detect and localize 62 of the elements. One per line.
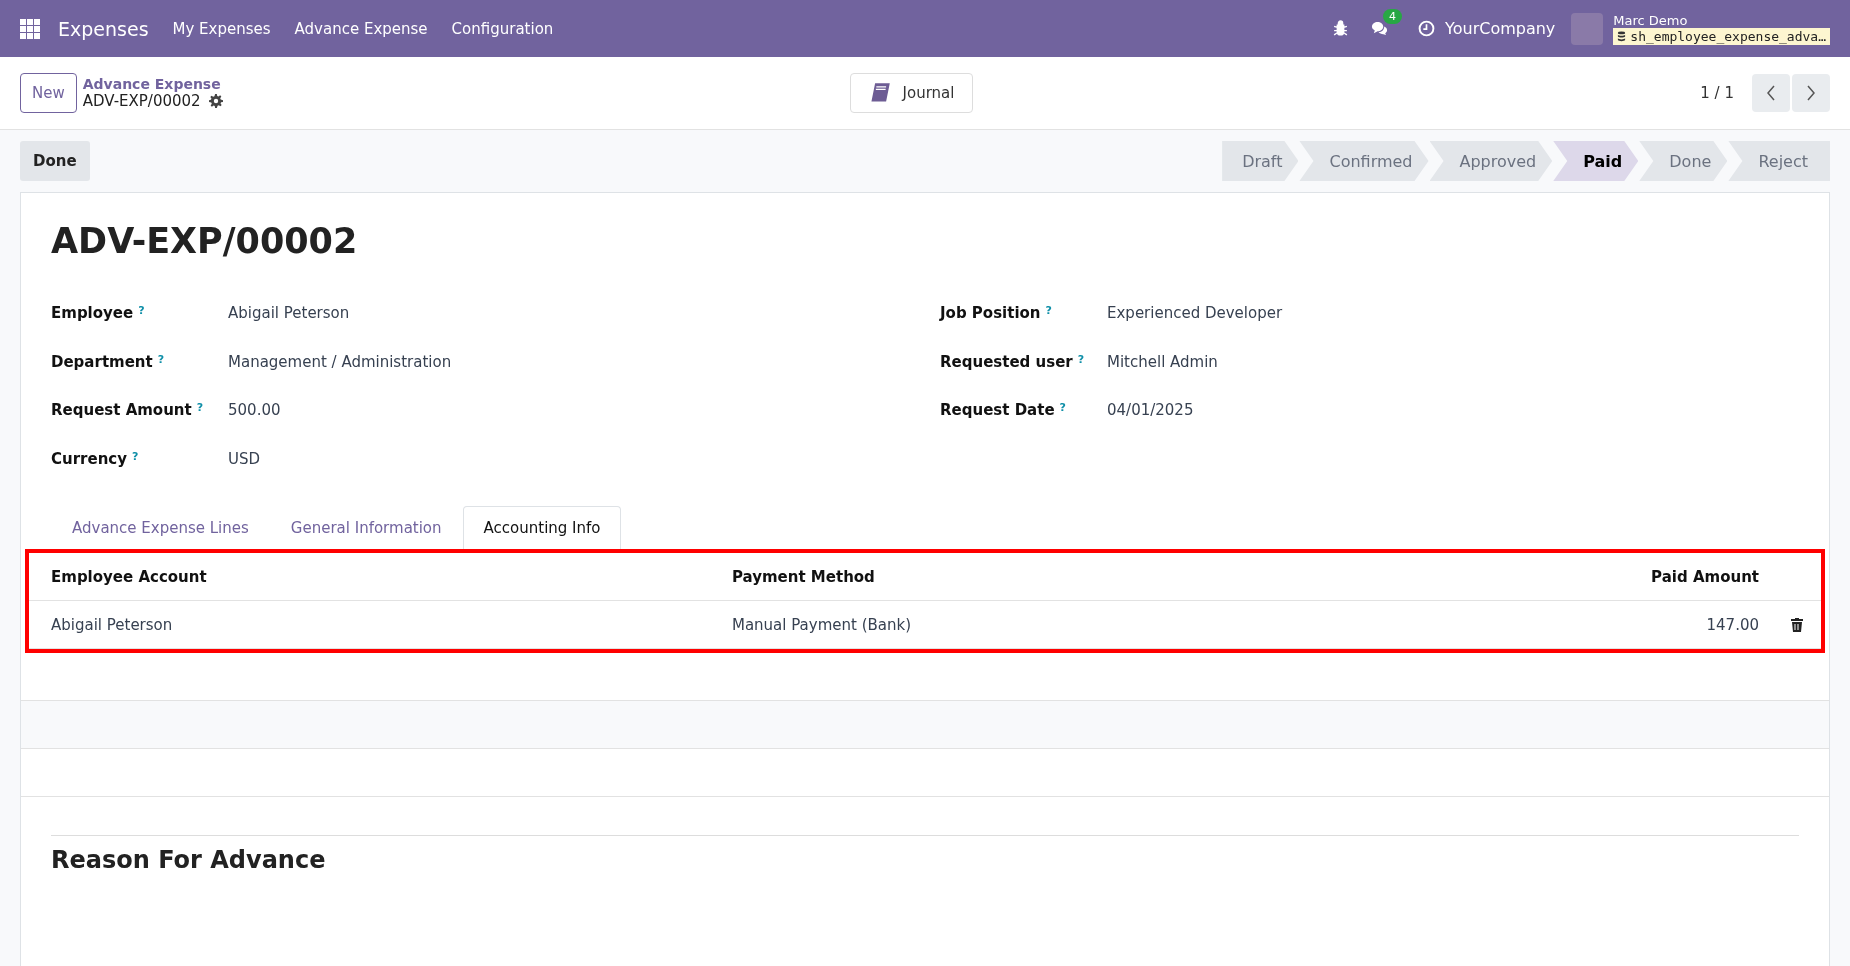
table-cell: 147.00 [1347,600,1759,649]
field-label: Request Amount [51,401,192,420]
done-button[interactable]: Done [20,141,90,181]
field-label: Employee [51,304,134,323]
status-stage[interactable]: Approved [1429,141,1553,181]
menu-item[interactable]: My Expenses [172,19,271,38]
help-tooltip[interactable]: ? [1059,401,1066,415]
clock-icon[interactable] [1418,20,1436,37]
field-label: Job Position [940,304,1041,323]
help-tooltip[interactable]: ? [138,304,145,318]
book-icon [868,82,891,104]
section-heading: Reason For Advance [51,835,1799,874]
status-stage[interactable]: Draft [1222,141,1299,181]
user-name[interactable]: Marc Demo [1613,12,1830,28]
database-name: sh_employee_expense_adva… [1630,28,1826,44]
notebook-tab[interactable]: Accounting Info [462,506,622,549]
database-icon [1617,30,1627,42]
status-stage[interactable]: Done [1639,141,1728,181]
column-header[interactable]: Employee Account [29,553,710,601]
field-value: Abigail Peterson [228,304,350,323]
field-value: USD [228,449,261,468]
table-cell: Manual Payment (Bank) [709,600,1348,649]
chevron-right-icon [1806,85,1816,101]
chat-icon[interactable] [1371,20,1389,37]
field-label: Department [51,352,153,371]
field-label: Request Date [940,401,1055,420]
menu-item[interactable]: Advance Expense [294,19,428,38]
bug-icon[interactable] [1332,20,1350,37]
breadcrumb-link[interactable]: Advance Expense [82,76,223,92]
field-value: 04/01/2025 [1107,401,1194,420]
help-tooltip[interactable]: ? [196,401,204,415]
record-name: ADV-EXP/00002 [82,92,201,110]
field-value: Management / Administration [228,352,452,371]
field-label: Currency [51,449,127,468]
status-stage[interactable]: Confirmed [1299,141,1429,181]
help-tooltip[interactable]: ? [1077,352,1085,366]
notebook-tab[interactable]: General Information [269,506,463,549]
notebook-tab[interactable]: Advance Expense Lines [51,506,270,549]
message-count-badge: 4 [1383,9,1403,24]
settings-icon[interactable] [208,94,223,108]
help-tooltip[interactable]: ? [1045,304,1052,318]
column-header[interactable]: Payment Method [709,553,1348,601]
help-tooltip[interactable]: ? [157,352,165,366]
new-button[interactable]: New [20,73,77,113]
company-switcher[interactable]: YourCompany [1445,19,1556,38]
record-title: ADV-EXP/00002 [51,221,359,261]
field-value: Mitchell Admin [1107,352,1218,371]
app-name[interactable]: Expenses [58,17,149,40]
status-stage[interactable]: Reject [1728,141,1830,181]
table-cell: Abigail Peterson [29,600,710,649]
journal-button[interactable]: Journal [849,73,974,113]
help-tooltip[interactable]: ? [132,449,139,463]
field-label: Requested user [940,352,1073,371]
delete-icon[interactable] [1791,617,1803,632]
field-value: Experienced Developer [1107,304,1283,323]
chevron-left-icon [1766,85,1776,101]
app-grid-icon[interactable] [20,18,40,39]
field-value: 500.00 [228,401,281,420]
menu-item[interactable]: Configuration [451,19,554,38]
status-stage[interactable]: Paid [1553,141,1639,181]
pager-value: 1 / 1 [1700,84,1734,102]
column-header[interactable]: Paid Amount [1347,553,1759,601]
